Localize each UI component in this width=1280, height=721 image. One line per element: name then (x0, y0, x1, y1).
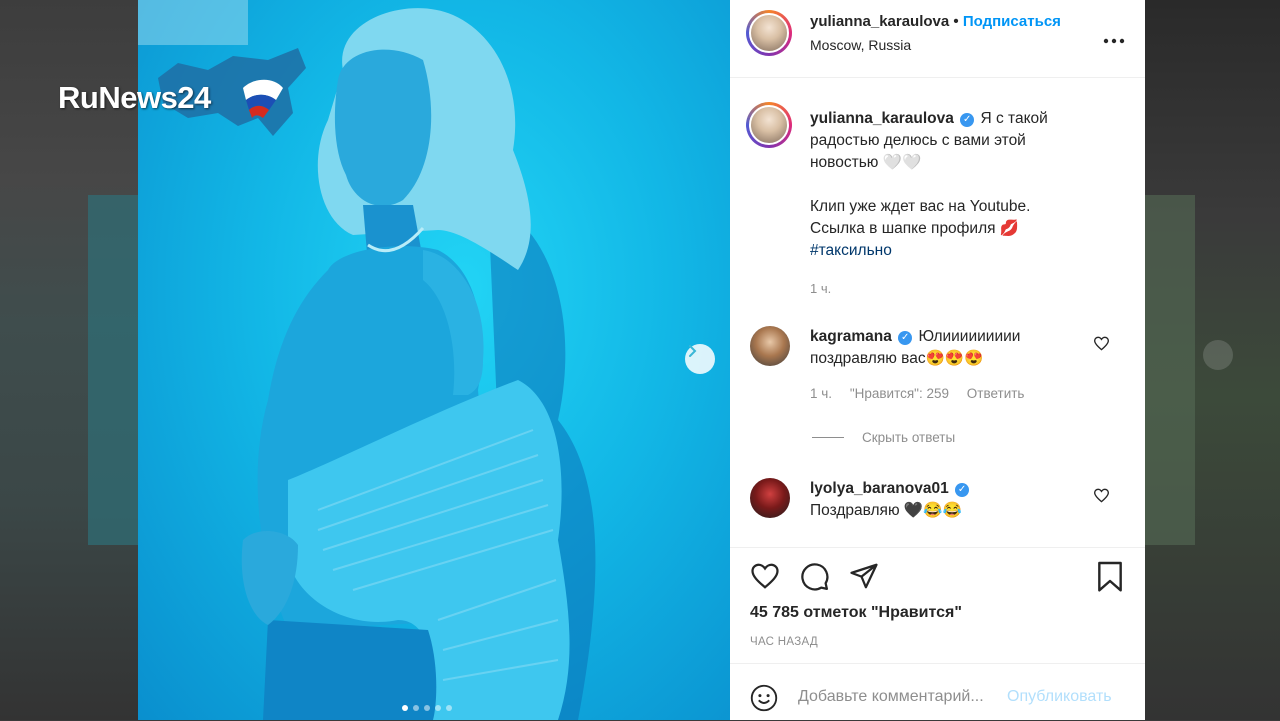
verified-badge-icon: ✓ (955, 483, 970, 497)
hide-replies-button[interactable]: Скрыть ответы (812, 430, 955, 445)
publish-comment-button[interactable]: Опубликовать (1007, 688, 1112, 706)
heart-icon (751, 563, 779, 589)
carousel-dot (413, 705, 419, 711)
follow-button[interactable]: Подписаться (963, 13, 1061, 30)
author-avatar-image (749, 13, 789, 53)
like-comment-button[interactable] (1093, 488, 1110, 508)
reply-button[interactable]: Ответить (967, 386, 1025, 401)
chevron-right-icon (689, 345, 697, 357)
post-caption: yulianna_karaulova ✓ Я с такой радостью … (810, 108, 1080, 262)
comment-button[interactable] (800, 562, 830, 597)
post-time: ЧАС НАЗАД (750, 636, 818, 648)
carousel-dot (402, 705, 408, 711)
caption-author-avatar-image (749, 105, 789, 145)
background-blur-right (1145, 0, 1280, 720)
add-comment-bar: Опубликовать (730, 663, 1145, 721)
author-username[interactable]: yulianna_karaulova (810, 13, 949, 30)
comment-text: kagramana ✓ Юлиииииииии поздравляю вас😍😍… (810, 326, 1085, 370)
commenter-username[interactable]: kagramana (810, 328, 892, 345)
smiley-icon (750, 684, 778, 712)
carousel-dot (424, 705, 430, 711)
carousel-dot (435, 705, 441, 711)
comment-item: kagramana ✓ Юлиииииииии поздравляю вас😍😍… (748, 326, 1128, 416)
comment-time: 1 ч. (810, 386, 833, 401)
next-photo-button[interactable] (685, 344, 715, 374)
paper-plane-icon (850, 563, 878, 589)
hide-replies-label: Скрыть ответы (862, 430, 956, 445)
carousel-dots (402, 705, 452, 711)
separator-dot: • (953, 13, 959, 30)
likes-count[interactable]: 45 785 отметок "Нравится" (750, 604, 962, 622)
verified-badge-icon: ✓ (898, 331, 913, 345)
post-header: yulianna_karaulova • Подписаться Moscow,… (730, 0, 1145, 78)
like-comment-button[interactable] (1093, 336, 1110, 356)
caption-username[interactable]: yulianna_karaulova (810, 110, 954, 127)
comment-body: Поздравляю 🖤😂😂 (810, 502, 962, 519)
emoji-button[interactable] (750, 684, 778, 717)
author-avatar[interactable] (746, 10, 792, 56)
background-arrow-ghost (1203, 340, 1233, 370)
comment-text: lyolya_baranova01 ✓ Поздравляю 🖤😂😂 (810, 478, 1085, 522)
comment-item: lyolya_baranova01 ✓ Поздравляю 🖤😂😂 (748, 478, 1128, 528)
light-bokeh (138, 0, 248, 45)
caption-text-line2: Клип уже ждет вас на Youtube. Ссылка в ш… (810, 198, 1031, 237)
comment-icon (801, 563, 829, 591)
more-icon (1103, 38, 1125, 44)
commenter-username[interactable]: lyolya_baranova01 (810, 480, 949, 497)
header-user-line: yulianna_karaulova • Подписаться (810, 13, 1061, 30)
background-blur-tile (88, 195, 138, 545)
caption-author-avatar[interactable] (746, 102, 792, 148)
more-options-button[interactable] (1103, 24, 1125, 50)
verified-badge-icon: ✓ (960, 113, 975, 127)
share-button[interactable] (849, 562, 879, 595)
post-details-panel: yulianna_karaulova • Подписаться Moscow,… (730, 0, 1145, 720)
heart-icon (1093, 488, 1110, 503)
background-blur-tile (1145, 195, 1195, 545)
like-post-button[interactable] (750, 562, 780, 595)
post-location[interactable]: Moscow, Russia (810, 37, 911, 53)
post-actions: 45 785 отметок "Нравится" ЧАС НАЗАД (730, 547, 1145, 664)
commenter-avatar[interactable] (750, 478, 790, 518)
save-button[interactable] (1096, 561, 1124, 598)
runews24-logo: RuNews24 (58, 80, 211, 115)
comment-input[interactable] (798, 688, 1008, 706)
commenter-avatar[interactable] (750, 326, 790, 366)
caption-hashtag[interactable]: #таксильно (810, 242, 892, 259)
comment-meta: 1 ч. "Нравится": 259 Ответить (810, 386, 1038, 401)
bookmark-icon (1098, 561, 1122, 592)
comment-likes[interactable]: "Нравится": 259 (850, 386, 949, 401)
caption-time: 1 ч. (810, 281, 832, 296)
carousel-dot (446, 705, 452, 711)
replies-line (812, 437, 844, 438)
heart-icon (1093, 336, 1110, 351)
